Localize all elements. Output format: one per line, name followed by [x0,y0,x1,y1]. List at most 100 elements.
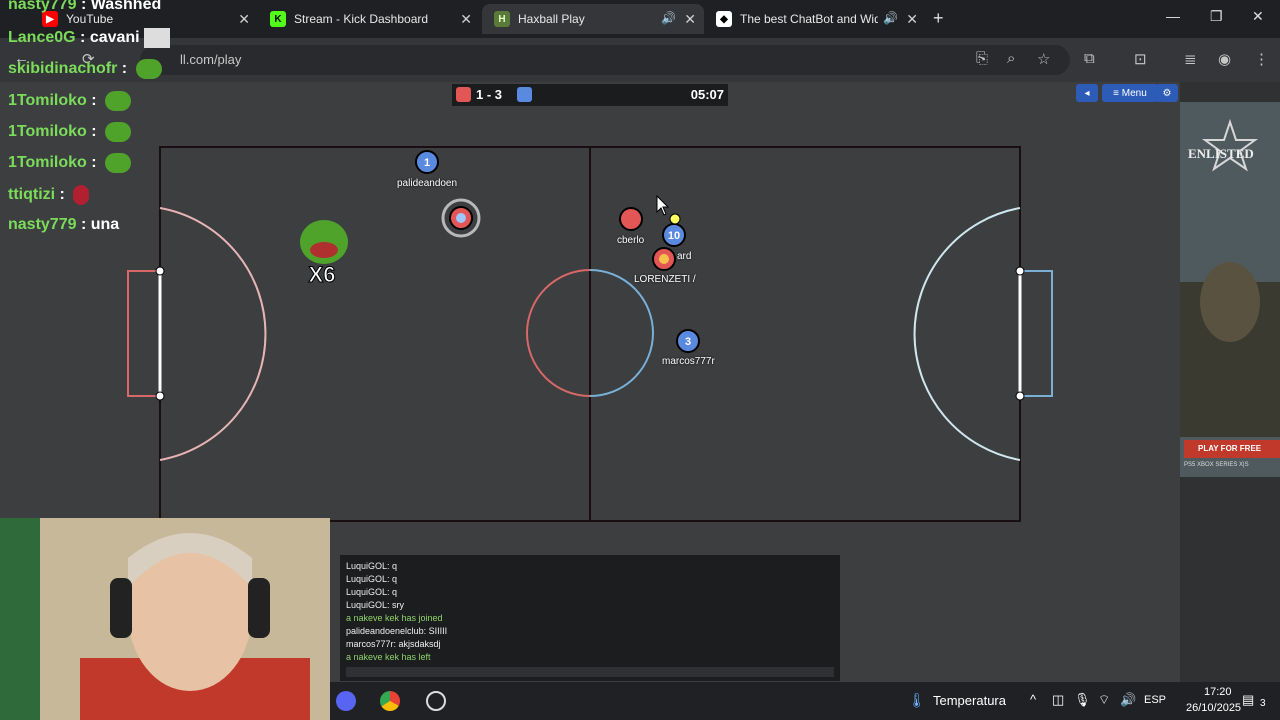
url-input[interactable]: ll.com/play [140,45,1070,75]
clock-time[interactable]: 17:20 [1204,686,1232,698]
left-goal-net [127,270,160,397]
address-toolbar: ← ⟳ ll.com/play ⎘ ⌕ ☆ ⧉ ⊡ ≣ ◉ ⋮ [0,38,1280,82]
red-team-swatch [456,87,471,102]
frog-emote-icon [135,59,162,79]
goal-post [155,266,165,276]
zoom-icon[interactable]: ⌕ [1007,50,1015,67]
player-name-label: palideandoen [397,178,458,189]
menu-button[interactable]: ≡ Menu [1102,84,1158,102]
score-text: 1 - 3 [476,87,503,102]
player-name-label: marcos777r [662,356,715,367]
chat-text: una [90,216,120,233]
camera-icon[interactable]: ◫ [1052,692,1064,708]
tab-title: Stream - Kick Dashboard [294,12,429,26]
frog-mouth [310,242,338,258]
tab-title: Haxball Play [518,12,585,26]
player-emoji [456,213,466,223]
close-window-icon[interactable]: ✕ [1252,8,1264,25]
scoreboard: 1 - 3 05:07 [452,84,728,106]
restore-icon[interactable]: ❐ [1210,8,1223,25]
game-chat-line: a nakeve kek has joined [346,613,443,623]
webcam-feed [0,518,330,720]
discord-icon[interactable] [336,691,356,711]
player-number: 10 [668,230,680,242]
player-emoji [659,254,669,264]
profile-avatar-icon[interactable]: ◉ [1218,50,1231,68]
chat-user: 1Tomiloko [8,123,87,141]
close-icon[interactable]: ✕ [238,11,250,28]
tab-title: The best ChatBot and Widg [740,12,878,26]
close-icon[interactable]: ✕ [460,11,472,28]
thermometer-icon: 🌡 [908,692,926,708]
minimize-icon[interactable]: — [1166,8,1180,24]
chat-message: nasty779 : una [8,216,120,233]
back-arrow-button[interactable]: ◂ [1076,84,1098,102]
chat-message: ttiqtizi : [8,185,90,205]
chrome-icon[interactable] [380,691,400,711]
game-chat-input[interactable] [346,667,834,677]
cast-icon[interactable]: ⊡ [1134,50,1147,68]
chat-message: nasty779 : Washhed [8,0,161,14]
wifi-icon[interactable]: ⌔ [1098,692,1110,708]
tab-title: YouTube [66,12,114,26]
weather-label[interactable]: Temperatura [933,693,1006,708]
bookmark-star-icon[interactable]: ☆ [1037,50,1050,68]
game-chat-line: a nakeve kek has left [346,652,431,662]
chat-message: 1Tomiloko : [8,122,132,142]
ad-platforms: PS5 XBOX SERIES X|S [1184,462,1249,468]
player-red-cberlo [619,207,643,231]
close-icon[interactable]: ✕ [906,11,918,28]
tab-haxball[interactable]: H Haxball Play 🔊 ✕ [482,4,704,34]
webcam-image [0,518,330,720]
chevron-up-icon[interactable]: ^ [1030,692,1036,707]
new-tab-icon[interactable]: + [933,8,944,29]
speaker-icon[interactable]: 🔊 [661,11,676,25]
language-indicator[interactable]: ESP [1144,694,1166,706]
player-number: 1 [424,157,430,169]
chat-text: cavani [89,29,140,47]
taskbar: 🌡 Temperatura ^ ◫ 🎙 ⌔ 🔊 ESP 17:20 26/10/… [330,682,1280,720]
chat-text: Washhed [90,0,162,13]
media-icon[interactable]: ≣ [1184,50,1197,68]
blue-team-swatch [517,87,532,102]
match-timer: 05:07 [690,87,724,102]
chat-user: Lance0G [8,29,76,47]
chat-user: 1Tomiloko [8,154,87,172]
player-name-label: ard [677,251,692,262]
more-menu-icon[interactable]: ⋮ [1254,50,1269,68]
ball [669,213,681,225]
close-icon[interactable]: ✕ [684,11,696,28]
microphone-icon[interactable]: 🎙 [1074,692,1091,708]
chat-user: nasty779 [8,0,77,13]
translate-icon[interactable]: ⎘ [976,50,988,67]
frog-emote-icon [105,91,132,111]
volume-icon[interactable]: 🔊 [1120,692,1136,708]
browser-tab-bar: ▶ YouTube ✕ K Stream - Kick Dashboard ✕ … [0,0,1280,38]
game-chat-line: LuquiGOL: q [346,561,398,571]
tab-chatbot[interactable]: ◆ The best ChatBot and Widg 🔊 ✕ [704,4,926,34]
red-emote-icon [73,185,90,205]
speaker-icon[interactable]: 🔊 [883,11,898,25]
kick-icon: K [270,11,286,27]
chatbot-icon: ◆ [716,11,732,27]
game-chat-line: marcos777r: akjsdaksdj [346,639,441,649]
game-chat-line: LuquiGOL: sry [346,600,405,610]
game-chat-line: LuquiGOL: q [346,587,398,597]
clock-date[interactable]: 26/10/2025 [1186,702,1241,714]
chat-user: ttiqtizi [8,186,56,204]
player-number: 3 [685,336,691,348]
goal-post [155,391,165,401]
player-name-label: cberlo [617,235,645,246]
game-chat-line: palideandoenelclub: SIIIII [346,626,448,636]
chat-message: skibidinachofr : [8,59,162,79]
tab-kick[interactable]: K Stream - Kick Dashboard ✕ [258,4,480,34]
extensions-icon[interactable]: ⧉ [1084,50,1095,67]
notification-count: 3 [1260,698,1266,709]
notification-icon[interactable]: ▤ [1242,692,1254,708]
chat-message: 1Tomiloko : [8,153,132,173]
obs-icon[interactable] [426,691,446,711]
ad-cta[interactable]: PLAY FOR FREE [1198,444,1261,453]
settings-gear-button[interactable]: ⚙ [1156,84,1178,102]
advertisement-banner[interactable]: ENLISTED PLAY FOR FREE PS5 XBOX SERIES X… [1180,102,1280,477]
chat-user: skibidinachofr [8,60,118,78]
